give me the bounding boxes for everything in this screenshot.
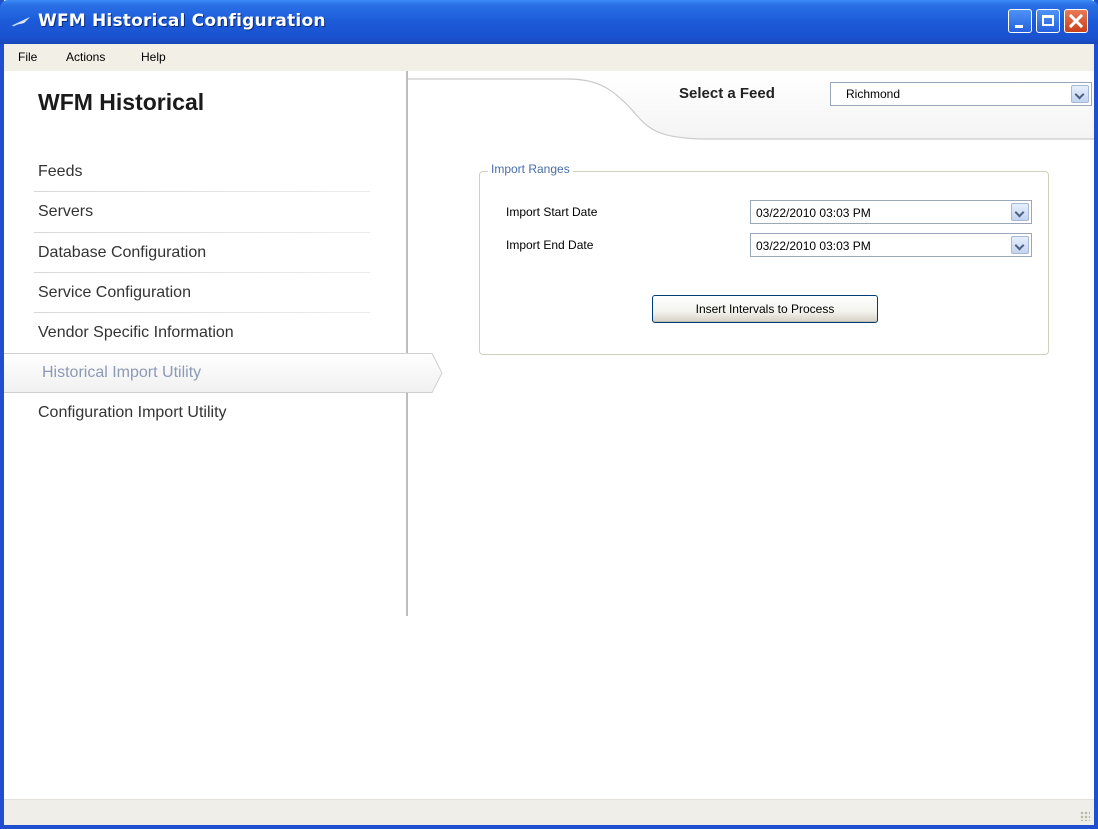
sidebar-item-historical-import-utility[interactable]: Historical Import Utility <box>4 353 444 393</box>
import-ranges-group <box>479 171 1049 355</box>
content-area: WFM Historical Feeds Servers Database Co… <box>4 71 1094 799</box>
sidebar-title: WFM Historical <box>38 89 205 115</box>
sidebar-item-label: Feeds <box>38 163 83 180</box>
menu-file[interactable]: File <box>18 50 37 64</box>
menu-help[interactable]: Help <box>141 50 166 64</box>
app-window: WFM Historical Configuration File Action… <box>0 0 1098 829</box>
sidebar-item-service-configuration[interactable]: Service Configuration <box>38 273 373 313</box>
menu-actions[interactable]: Actions <box>66 50 105 64</box>
title-bar[interactable]: WFM Historical Configuration <box>0 0 1098 44</box>
sidebar-item-label: Vendor Specific Information <box>38 324 234 341</box>
app-feather-icon <box>11 17 30 27</box>
sidebar-item-servers[interactable]: Servers <box>38 192 373 232</box>
feed-select[interactable]: Richmond <box>830 82 1092 106</box>
maximize-button[interactable] <box>1036 9 1060 33</box>
close-button[interactable] <box>1064 9 1088 33</box>
import-start-date-label: Import Start Date <box>506 205 598 219</box>
sidebar-item-configuration-import-utility[interactable]: Configuration Import Utility <box>38 393 373 433</box>
feed-label: Select a Feed <box>679 85 775 102</box>
chevron-down-icon[interactable] <box>1011 236 1029 254</box>
status-bar <box>4 799 1094 825</box>
vertical-divider <box>406 71 408 616</box>
sidebar-item-label: Historical Import Utility <box>42 364 202 381</box>
minimize-button[interactable] <box>1008 9 1032 33</box>
feed-selected-value: Richmond <box>846 87 901 101</box>
close-icon <box>1068 13 1084 29</box>
import-end-date-label: Import End Date <box>506 238 594 252</box>
import-start-date-picker[interactable]: 03/22/2010 03:03 PM <box>750 200 1032 224</box>
sidebar-item-label: Database Configuration <box>38 244 207 261</box>
sidebar-item-vendor-specific-information[interactable]: Vendor Specific Information <box>38 313 373 353</box>
import-end-date-value: 03/22/2010 03:03 PM <box>756 239 871 253</box>
chevron-down-icon[interactable] <box>1011 203 1029 221</box>
resize-grip-icon[interactable] <box>1080 811 1090 821</box>
import-start-date-value: 03/22/2010 03:03 PM <box>756 206 871 220</box>
insert-intervals-button[interactable]: Insert Intervals to Process <box>652 295 878 323</box>
sidebar-item-label: Configuration Import Utility <box>38 404 227 421</box>
sidebar-item-label: Servers <box>38 203 94 220</box>
import-ranges-legend: Import Ranges <box>488 162 573 176</box>
window-title: WFM Historical Configuration <box>38 11 326 31</box>
sidebar-item-label: Service Configuration <box>38 284 191 301</box>
sidebar-item-feeds[interactable]: Feeds <box>38 152 373 192</box>
menu-bar: File Actions Help <box>4 44 1094 71</box>
import-end-date-picker[interactable]: 03/22/2010 03:03 PM <box>750 233 1032 257</box>
chevron-down-icon[interactable] <box>1071 85 1089 103</box>
sidebar-item-database-configuration[interactable]: Database Configuration <box>38 233 373 273</box>
